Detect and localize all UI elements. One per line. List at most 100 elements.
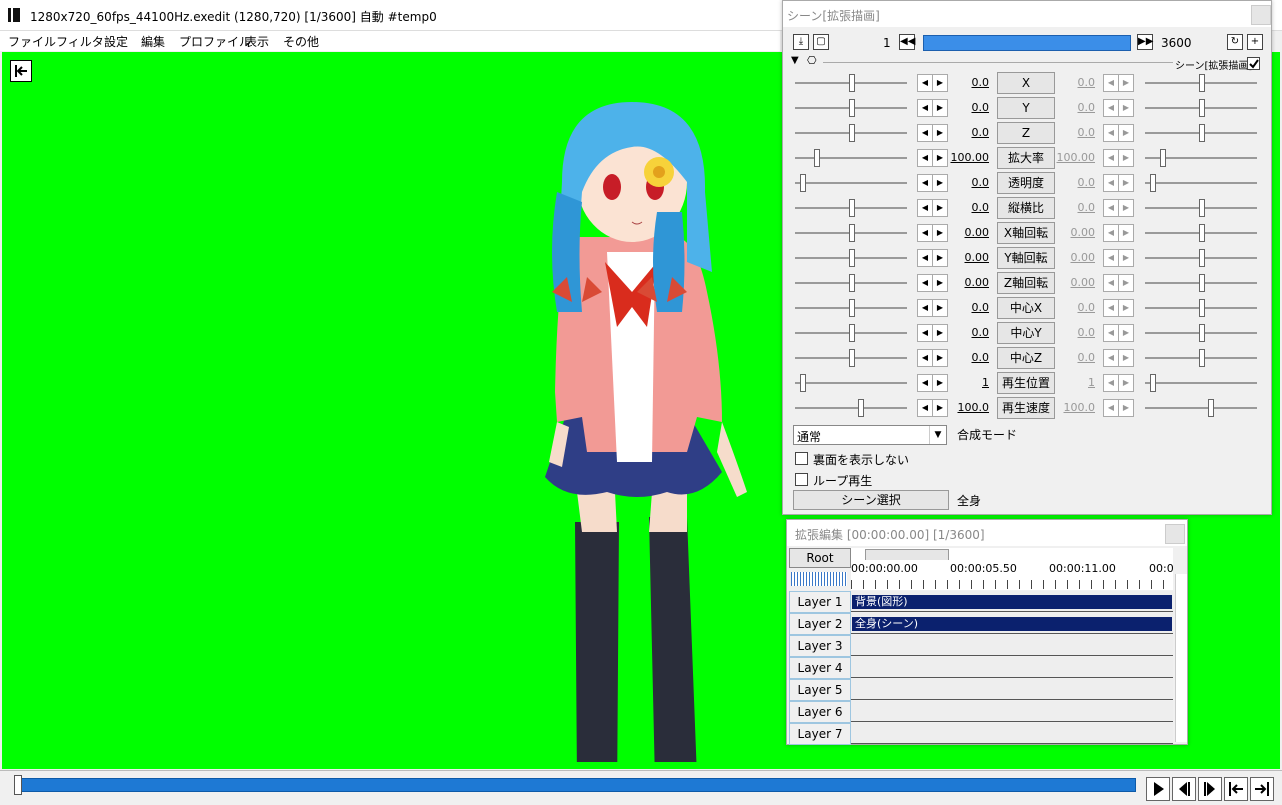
param-start-value[interactable]: 100.00 bbox=[941, 151, 990, 164]
param-end-value[interactable]: 100.00 bbox=[1047, 151, 1096, 164]
slider-knob[interactable] bbox=[800, 174, 807, 192]
menu-view[interactable]: 表示 bbox=[245, 33, 269, 50]
param-start-value[interactable]: 0.0 bbox=[941, 126, 990, 139]
slider-track-end[interactable] bbox=[1145, 382, 1257, 384]
go-end-button[interactable] bbox=[1250, 777, 1274, 801]
step-buttons-end[interactable]: ◀ ▶ bbox=[1103, 149, 1134, 167]
param-end-value[interactable]: 0.0 bbox=[1047, 176, 1096, 189]
param-start-value[interactable]: 100.0 bbox=[941, 401, 990, 414]
fast-forward-icon[interactable]: ▶▶ bbox=[1137, 34, 1153, 50]
param-end-value[interactable]: 0.0 bbox=[1047, 351, 1096, 364]
collapse-button[interactable] bbox=[10, 60, 32, 82]
param-end-value[interactable]: 100.0 bbox=[1047, 401, 1096, 414]
seek-slider[interactable] bbox=[18, 778, 1136, 792]
slider-knob-end[interactable] bbox=[1207, 399, 1214, 417]
step-buttons-end[interactable]: ◀ ▶ bbox=[1103, 99, 1134, 117]
slider-knob[interactable] bbox=[849, 74, 855, 92]
loop-checkbox[interactable] bbox=[795, 473, 808, 486]
param-start-value[interactable]: 0.0 bbox=[941, 326, 990, 339]
slider-knob[interactable] bbox=[800, 374, 807, 392]
param-end-value[interactable]: 0.00 bbox=[1047, 251, 1096, 264]
slider-track[interactable] bbox=[795, 182, 907, 184]
param-start-value[interactable]: 0.0 bbox=[941, 301, 990, 314]
seek-thumb[interactable] bbox=[14, 775, 22, 795]
step-buttons-end[interactable]: ◀ ▶ bbox=[1103, 274, 1134, 292]
go-start-button[interactable] bbox=[1224, 777, 1248, 801]
slider-knob[interactable] bbox=[849, 224, 855, 242]
slider-knob[interactable] bbox=[849, 99, 855, 117]
menu-filter[interactable]: フィルタ bbox=[56, 33, 104, 50]
param-end-value[interactable]: 0.0 bbox=[1047, 326, 1096, 339]
slider-track-end[interactable] bbox=[1145, 407, 1257, 409]
slider-knob-end[interactable] bbox=[1199, 249, 1205, 267]
step-buttons-end[interactable]: ◀ ▶ bbox=[1103, 324, 1134, 342]
time-ruler[interactable]: 00:00:00.00 00:00:05.50 00:00:11.00 00:0 bbox=[851, 560, 1174, 590]
param-end-value[interactable]: 0.00 bbox=[1047, 276, 1096, 289]
slider-knob-end[interactable] bbox=[1199, 224, 1205, 242]
rewind-icon[interactable]: ◀◀ bbox=[899, 34, 915, 50]
param-end-value[interactable]: 0.00 bbox=[1047, 226, 1096, 239]
slider-knob-end[interactable] bbox=[1199, 324, 1205, 342]
slider-knob-end[interactable] bbox=[1150, 374, 1157, 392]
layer-header[interactable]: Layer 7 bbox=[789, 723, 851, 745]
enable-checkbox[interactable] bbox=[1247, 57, 1260, 70]
settings-icon[interactable]: ↻ bbox=[1227, 34, 1243, 50]
param-start-value[interactable]: 0.00 bbox=[941, 276, 990, 289]
slider-knob[interactable] bbox=[849, 324, 855, 342]
layer-track[interactable]: 背景(図形) bbox=[851, 591, 1173, 612]
layer-header[interactable]: Layer 2 bbox=[789, 613, 851, 635]
param-end-value[interactable]: 0.0 bbox=[1047, 101, 1096, 114]
slider-knob-end[interactable] bbox=[1199, 299, 1205, 317]
slider-knob-end[interactable] bbox=[1199, 274, 1205, 292]
step-buttons-end[interactable]: ◀ ▶ bbox=[1103, 349, 1134, 367]
slider-knob-end[interactable] bbox=[1199, 349, 1205, 367]
step-buttons-end[interactable]: ◀ ▶ bbox=[1103, 399, 1134, 417]
slider-knob[interactable] bbox=[857, 399, 864, 417]
slider-track-end[interactable] bbox=[1145, 182, 1257, 184]
param-start-value[interactable]: 0.0 bbox=[941, 101, 990, 114]
timeline-close-button[interactable] bbox=[1165, 524, 1185, 544]
slider-knob-end[interactable] bbox=[1150, 174, 1157, 192]
param-end-value[interactable]: 0.0 bbox=[1047, 126, 1096, 139]
slider-track[interactable] bbox=[795, 157, 907, 159]
param-start-value[interactable]: 0.0 bbox=[941, 176, 990, 189]
step-buttons-end[interactable]: ◀ ▶ bbox=[1103, 224, 1134, 242]
param-start-value[interactable]: 0.0 bbox=[941, 201, 990, 214]
slider-knob-end[interactable] bbox=[1199, 124, 1205, 142]
close-button[interactable] bbox=[1251, 5, 1271, 25]
step-buttons-end[interactable]: ◀ ▶ bbox=[1103, 124, 1134, 142]
step-buttons-end[interactable]: ◀ ▶ bbox=[1103, 374, 1134, 392]
slider-knob-end[interactable] bbox=[1199, 199, 1205, 217]
slider-track[interactable] bbox=[795, 382, 907, 384]
slider-knob-end[interactable] bbox=[1160, 149, 1167, 167]
blend-mode-select[interactable]: 通常 ▼ bbox=[793, 425, 947, 445]
slider-knob-end[interactable] bbox=[1199, 74, 1205, 92]
layer-header[interactable]: Layer 5 bbox=[789, 679, 851, 701]
slider-track[interactable] bbox=[795, 407, 907, 409]
menu-other[interactable]: その他 bbox=[283, 33, 319, 50]
slider-knob[interactable] bbox=[849, 299, 855, 317]
layer-track[interactable]: 全身(シーン) bbox=[851, 613, 1173, 634]
param-start-value[interactable]: 1 bbox=[941, 376, 989, 389]
timeline-vscrollbar[interactable] bbox=[1175, 574, 1187, 742]
timeline-clip[interactable]: 背景(図形) bbox=[852, 595, 1172, 609]
add-filter-icon[interactable]: + bbox=[1247, 34, 1263, 50]
layer-header[interactable]: Layer 4 bbox=[789, 657, 851, 679]
layer-track[interactable] bbox=[851, 635, 1173, 656]
layer-header[interactable]: Layer 6 bbox=[789, 701, 851, 723]
slider-knob[interactable] bbox=[814, 149, 821, 167]
timeline-clip[interactable]: 全身(シーン) bbox=[852, 617, 1172, 631]
scene-select-button[interactable]: シーン選択 bbox=[793, 490, 949, 510]
layer-header[interactable]: Layer 1 bbox=[789, 591, 851, 613]
step-buttons-end[interactable]: ◀ ▶ bbox=[1103, 199, 1134, 217]
layer-track[interactable] bbox=[851, 679, 1173, 700]
param-end-value[interactable]: 0.0 bbox=[1047, 201, 1096, 214]
root-button[interactable]: Root bbox=[789, 548, 851, 568]
slider-knob[interactable] bbox=[849, 274, 855, 292]
menu-settings[interactable]: 設定 bbox=[104, 33, 128, 50]
frame-icon[interactable]: ▢ bbox=[813, 34, 829, 50]
param-end-value[interactable]: 0.0 bbox=[1047, 301, 1096, 314]
layer-track[interactable] bbox=[851, 723, 1173, 744]
param-end-value[interactable]: 1 bbox=[1047, 376, 1095, 389]
slider-knob[interactable] bbox=[849, 349, 855, 367]
